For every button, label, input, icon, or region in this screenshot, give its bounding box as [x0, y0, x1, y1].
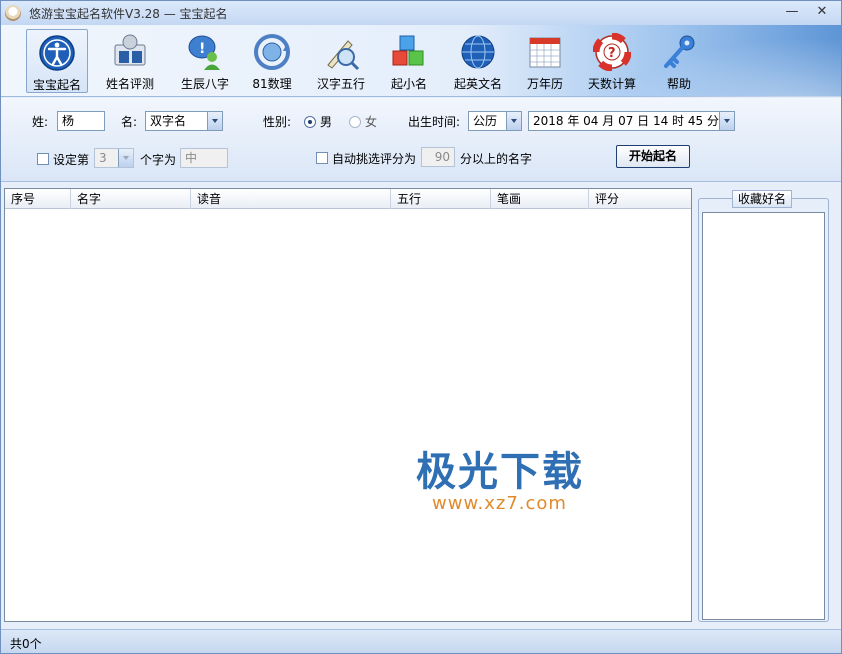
column-header-strokes[interactable]: 笔画 [491, 189, 589, 209]
key-icon [664, 35, 695, 68]
tool-birth-eight-chars[interactable]: ! 生辰八字 [174, 29, 236, 93]
svg-text:?: ? [608, 46, 616, 61]
chat-person-icon: ! [188, 35, 220, 70]
favorites-panel: 收藏好名 [698, 190, 829, 622]
birth-time-label: 出生时间: [408, 115, 461, 129]
chevron-down-icon[interactable] [207, 112, 222, 130]
tool-help[interactable]: 帮助 [648, 29, 710, 93]
calendar-icon [529, 37, 561, 68]
app-window: 悠游宝宝起名软件V3.28 — 宝宝起名 — ✕ 宝宝起名 姓名评测 ! 生辰八… [0, 0, 842, 654]
svg-text:!: ! [199, 41, 205, 57]
tool-name-evaluation[interactable]: 姓名评测 [99, 29, 161, 93]
favorites-title: 收藏好名 [732, 190, 793, 208]
set-char-index-select[interactable]: 3 [94, 148, 134, 168]
tool-label: 姓名评测 [105, 77, 154, 91]
set-char-checkbox[interactable] [37, 153, 49, 165]
auto-select-checkbox[interactable] [316, 152, 328, 164]
people-board-icon [114, 34, 146, 66]
gender-male-label: 男 [320, 115, 333, 129]
table-header: 序号 名字 读音 五行 笔画 评分 [5, 189, 691, 209]
calendar-type-select[interactable]: 公历 [468, 111, 522, 131]
window-controls: — ✕ [779, 4, 835, 21]
tool-81-numerology[interactable]: 81数理 [241, 29, 303, 93]
result-count: 共0个 [10, 637, 42, 651]
column-header-name[interactable]: 名字 [71, 189, 191, 209]
tool-label: 帮助 [666, 77, 691, 91]
pen-magnifier-icon [327, 40, 360, 71]
column-header-score[interactable]: 评分 [589, 189, 691, 209]
minimize-button[interactable]: — [779, 4, 805, 21]
close-button[interactable]: ✕ [809, 4, 835, 21]
watermark-url: www.xz7.com [432, 493, 567, 514]
cubes-icon [392, 35, 424, 66]
tool-label: 起英文名 [453, 77, 502, 91]
tool-day-calculation[interactable]: ? 天数计算 [581, 29, 643, 93]
tool-label: 生辰八字 [180, 77, 229, 91]
results-table[interactable]: 序号 名字 读音 五行 笔画 评分 [4, 188, 692, 622]
window-title: 悠游宝宝起名软件V3.28 — 宝宝起名 [29, 6, 228, 21]
chevron-down-icon[interactable] [506, 112, 521, 130]
tool-label: 万年历 [526, 77, 563, 91]
given-name-type-select[interactable]: 双字名 [145, 111, 223, 131]
set-char-label: 设定第 [53, 153, 90, 167]
set-char-suffix: 个字为 [140, 153, 177, 167]
birth-datetime-picker[interactable]: 2018 年 04 月 07 日 14 时 45 分 [528, 111, 735, 131]
tool-baby-naming[interactable]: 宝宝起名 [26, 29, 88, 93]
column-header-index[interactable]: 序号 [5, 189, 71, 209]
tool-label: 宝宝起名 [32, 78, 81, 92]
chevron-down-icon[interactable] [719, 112, 734, 130]
tool-label: 起小名 [390, 77, 427, 91]
title-bar: 悠游宝宝起名软件V3.28 — 宝宝起名 — ✕ [1, 1, 841, 25]
tool-perpetual-calendar[interactable]: 万年历 [514, 29, 576, 93]
tool-english-name[interactable]: 起英文名 [447, 29, 509, 93]
start-naming-button[interactable]: 开始起名 [616, 145, 690, 168]
lifebuoy-help-icon: ? [593, 33, 631, 71]
tool-nickname[interactable]: 起小名 [378, 29, 440, 93]
status-bar: 共0个 [1, 629, 841, 653]
given-name-type-value: 双字名 [150, 114, 187, 128]
given-name-label: 名: [121, 115, 138, 129]
set-char-index-value: 3 [99, 151, 107, 165]
tool-label: 天数计算 [587, 77, 636, 91]
set-char-value-field[interactable]: 中 [180, 148, 228, 168]
auto-select-suffix: 分以上的名字 [460, 152, 533, 166]
birth-datetime-value: 2018 年 04 月 07 日 14 时 45 分 [533, 114, 719, 128]
refresh-globe-icon [254, 34, 290, 70]
favorites-list[interactable] [702, 212, 825, 620]
auto-select-label: 自动挑选评分为 [332, 152, 417, 166]
chevron-down-icon[interactable] [118, 149, 133, 167]
gender-male-radio[interactable] [304, 116, 316, 128]
accessibility-icon [39, 35, 75, 71]
surname-label: 姓: [32, 115, 49, 129]
watermark-title: 极光下载 [416, 449, 584, 495]
surname-field[interactable]: 杨 [57, 111, 105, 131]
calendar-type-value: 公历 [473, 114, 498, 128]
gender-female-label: 女 [365, 115, 378, 129]
column-header-pronunciation[interactable]: 读音 [191, 189, 391, 209]
auto-select-score-field[interactable]: 90 [421, 147, 455, 167]
tool-label: 81数理 [252, 77, 292, 91]
tool-label: 汉字五行 [316, 77, 365, 91]
main-toolbar: 宝宝起名 姓名评测 ! 生辰八字 81数理 汉字五行 起小名 起英文名 万年历 … [1, 25, 841, 97]
app-logo-icon [5, 5, 21, 21]
column-header-five-elements[interactable]: 五行 [391, 189, 491, 209]
watermark-logo: 极光下载 www.xz7.com [416, 450, 584, 514]
globe-icon [461, 35, 495, 69]
naming-parameters-panel: 姓: 杨 名: 双字名 性别: 男 女 出生时间: 公历 2018 年 04 月… [1, 98, 841, 182]
gender-female-radio[interactable] [349, 116, 361, 128]
tool-hanzi-five-elements[interactable]: 汉字五行 [310, 29, 372, 93]
gender-label: 性别: [263, 115, 292, 129]
